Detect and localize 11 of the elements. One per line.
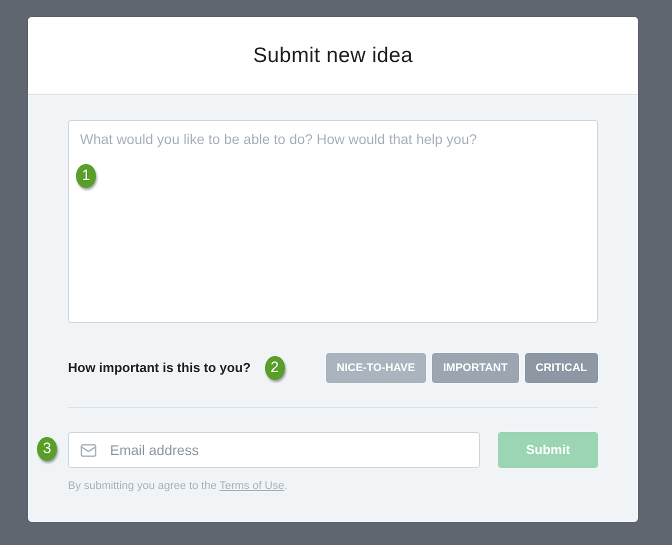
email-field[interactable]: Email address [68,432,480,468]
callout-marker: 3 [37,437,57,461]
importance-button[interactable]: IMPORTANT [432,353,519,383]
terms-text: By submitting you agree to the Terms of Use. [68,479,288,494]
callout-marker: 2 [264,356,285,380]
mail-icon [80,442,97,459]
importance-button[interactable]: NICE-TO-HAVE [326,353,426,383]
terms-link[interactable]: Terms of Use [219,480,284,492]
importance-button[interactable]: CRITICAL [524,353,598,383]
dialog-title: Submit new idea [253,42,413,69]
importance-question: How important is this to you? [68,359,251,378]
